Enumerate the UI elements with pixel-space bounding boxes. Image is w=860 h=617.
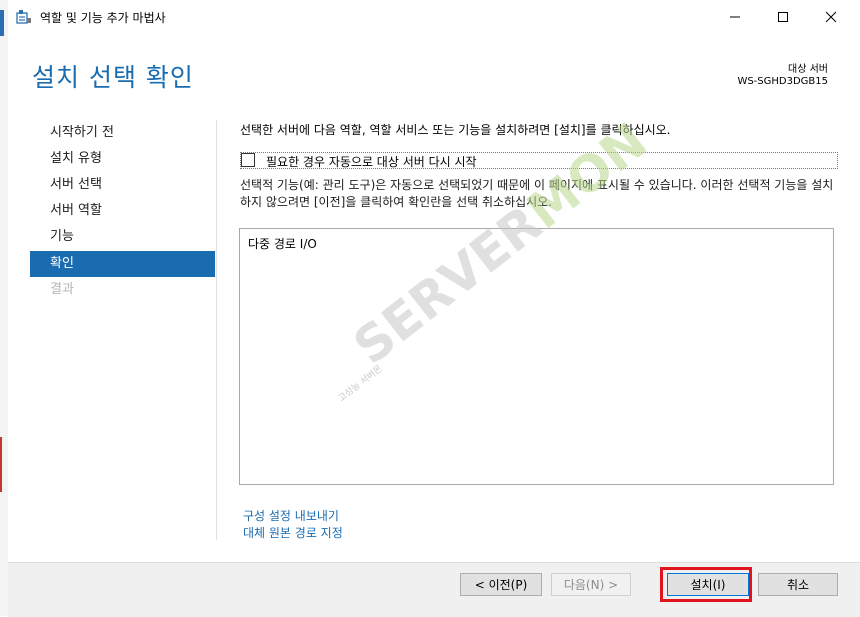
window-title: 역할 및 기능 추가 마법사 bbox=[40, 11, 166, 25]
nav-item-results: 결과 bbox=[50, 282, 74, 297]
nav-item-before-you-begin[interactable]: 시작하기 전 bbox=[30, 120, 215, 146]
background-window-icon bbox=[0, 10, 4, 36]
background-window-marker bbox=[0, 437, 2, 492]
alternate-source-link[interactable]: 대체 원본 경로 지정 bbox=[243, 524, 343, 541]
title-bar[interactable]: 역할 및 기능 추가 마법사 bbox=[8, 0, 860, 34]
destination-server-label: 대상 서버 bbox=[788, 64, 828, 75]
cancel-button[interactable]: 취소 bbox=[758, 573, 838, 596]
feature-item: 다중 경로 I/O bbox=[248, 237, 317, 251]
next-button: 다음(N) > bbox=[551, 573, 631, 596]
close-icon bbox=[825, 11, 837, 22]
maximize-icon bbox=[778, 11, 788, 22]
nav-item-confirmation[interactable]: 확인 bbox=[30, 251, 215, 277]
background-window-strip bbox=[0, 0, 8, 616]
page-title: 설치 선택 확인 bbox=[32, 63, 194, 92]
minimize-button[interactable] bbox=[712, 0, 758, 33]
selected-features-list[interactable]: 다중 경로 I/O bbox=[239, 228, 834, 485]
server-manager-icon bbox=[16, 9, 32, 25]
export-settings-link[interactable]: 구성 설정 내보내기 bbox=[243, 507, 339, 524]
restart-option[interactable]: 필요한 경우 자동으로 대상 서버 다시 시작 bbox=[240, 152, 838, 169]
restart-checkbox-label[interactable]: 필요한 경우 자동으로 대상 서버 다시 시작 bbox=[266, 153, 477, 170]
destination-server-name: WS-SGHD3DGB15 bbox=[737, 76, 828, 87]
nav-item-server-roles[interactable]: 서버 역할 bbox=[30, 198, 215, 224]
close-button[interactable] bbox=[808, 0, 854, 33]
nav-item-server-selection[interactable]: 서버 선택 bbox=[30, 172, 215, 198]
intro-text: 선택한 서버에 다음 역할, 역할 서비스 또는 기능을 설치하려면 [설치]를… bbox=[240, 123, 671, 137]
restart-checkbox[interactable] bbox=[241, 153, 255, 167]
wizard-window: 역할 및 기능 추가 마법사 설치 선택 확인 대상 서버 WS-SGHD3DG… bbox=[8, 0, 860, 617]
previous-button[interactable]: < 이전(P) bbox=[460, 573, 542, 596]
nav-divider bbox=[216, 120, 217, 540]
nav-item-installation-type[interactable]: 설치 유형 bbox=[30, 146, 215, 172]
maximize-button[interactable] bbox=[760, 0, 806, 33]
nav-item-features[interactable]: 기능 bbox=[30, 224, 215, 250]
install-button[interactable]: 설치(I) bbox=[667, 573, 749, 596]
minimize-icon bbox=[730, 16, 740, 17]
